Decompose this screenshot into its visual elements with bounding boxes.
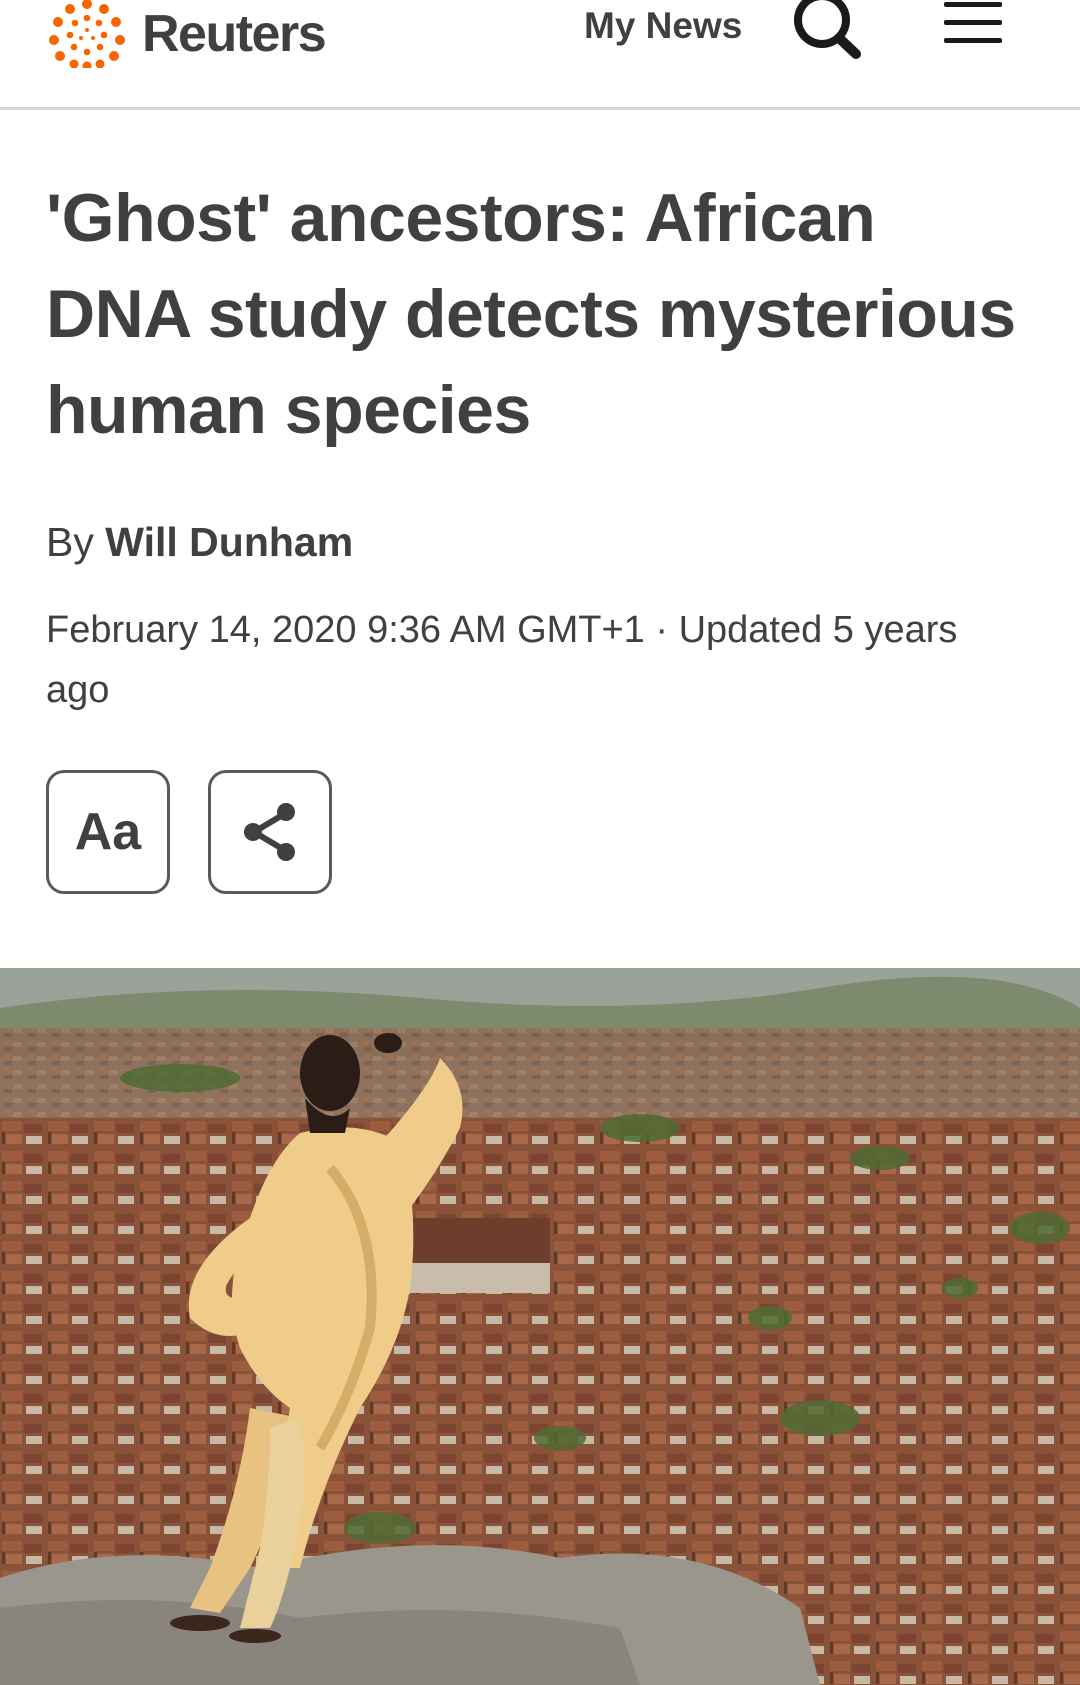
hamburger-menu-icon — [944, 2, 1002, 43]
share-icon — [244, 803, 295, 861]
brand-name: Reuters — [142, 5, 327, 63]
menu-button[interactable] — [940, 0, 1006, 52]
hero-photo — [0, 968, 1080, 1685]
my-news-link[interactable]: My News — [584, 0, 742, 52]
byline-prefix: By — [46, 519, 94, 565]
byline: By Will Dunham — [46, 512, 353, 572]
article-dateline: February 14, 2020 9:36 AM GMT+1 · Update… — [46, 609, 958, 711]
site-header: Reuters My News — [0, 0, 1080, 110]
article-page: Reuters My News 'Ghost' ancestors: Afric… — [0, 0, 1080, 1685]
share-button[interactable] — [208, 770, 332, 894]
article-headline: 'Ghost' ancestors: African DNA study det… — [46, 180, 1016, 448]
search-icon — [794, 0, 861, 59]
text-size-button[interactable]: Aa — [46, 770, 170, 894]
text-size-label: Aa — [74, 803, 142, 861]
reuters-logo-icon — [49, 0, 125, 68]
article-hero-image[interactable] — [0, 968, 1080, 1685]
search-button[interactable] — [792, 0, 864, 62]
author-link[interactable]: Will Dunham — [105, 519, 353, 565]
reuters-logo[interactable]: Reuters — [44, 0, 327, 68]
